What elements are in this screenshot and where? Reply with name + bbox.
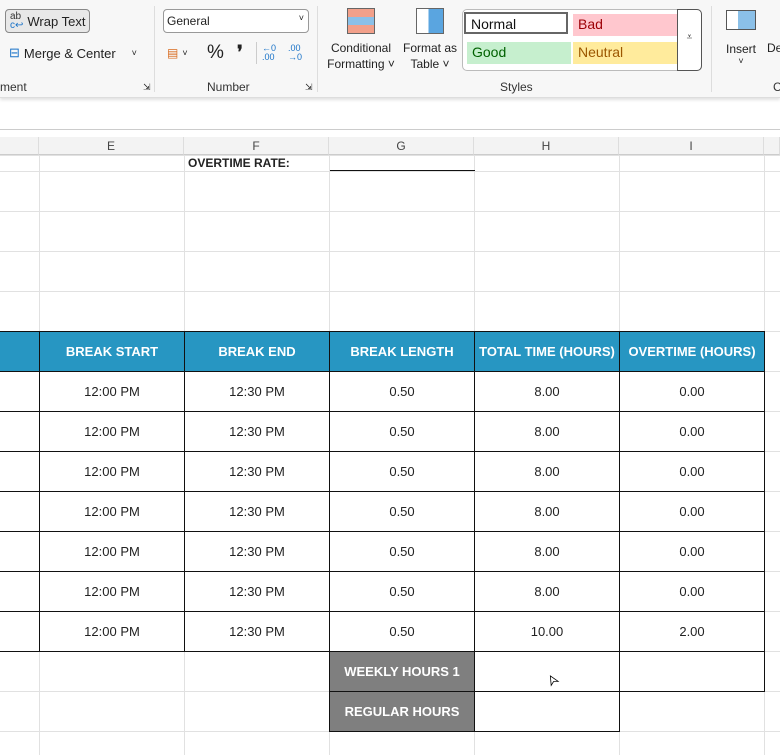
table-header-partial: [0, 331, 40, 372]
table-cell[interactable]: 0.00: [619, 571, 765, 612]
table-cell[interactable]: 0.00: [619, 371, 765, 412]
table-cell[interactable]: 0.50: [329, 411, 475, 452]
conditional-formatting-icon: [347, 8, 375, 34]
table-cell[interactable]: 8.00: [474, 531, 620, 572]
table-cell[interactable]: 0.00: [619, 531, 765, 572]
gridline: [0, 251, 780, 252]
table-cell[interactable]: 8.00: [474, 451, 620, 492]
dialog-launcher-icon[interactable]: ⇲: [143, 82, 151, 93]
table-cell[interactable]: 0.50: [329, 491, 475, 532]
table-cell[interactable]: 12:00 PM: [39, 531, 185, 572]
style-normal[interactable]: Normal: [464, 12, 568, 34]
merge-center-button[interactable]: ⊟ Merge & Center ˅: [9, 45, 137, 61]
overtime-rate-label: OVERTIME RATE:: [188, 156, 290, 170]
wrap-text-icon: ab c↩: [10, 11, 24, 31]
accounting-icon: ▤: [167, 46, 179, 60]
column-header-I[interactable]: I: [619, 137, 764, 155]
table-cell[interactable]: 12:30 PM: [184, 411, 330, 452]
format-table-icon: [416, 8, 444, 34]
table-cell[interactable]: 12:30 PM: [184, 531, 330, 572]
table-cell[interactable]: [0, 371, 40, 412]
decrease-decimal-button[interactable]: .00 →0: [288, 44, 308, 62]
table-header: BREAK END: [184, 331, 330, 372]
table-cell[interactable]: 12:00 PM: [39, 411, 185, 452]
styles-more-button[interactable]: ⩡: [677, 9, 702, 71]
table-cell[interactable]: 0.50: [329, 531, 475, 572]
table-cell[interactable]: [0, 611, 40, 652]
column-header-E[interactable]: E: [39, 137, 184, 155]
column-header-H[interactable]: H: [474, 137, 619, 155]
table-cell[interactable]: 8.00: [474, 411, 620, 452]
table-cell[interactable]: [0, 451, 40, 492]
cells-group-label: C: [773, 80, 780, 94]
table-cell[interactable]: 0.50: [329, 451, 475, 492]
weekly-overtime-value[interactable]: [619, 651, 765, 692]
table-cell[interactable]: 0.00: [619, 411, 765, 452]
table-cell[interactable]: 10.00: [474, 611, 620, 652]
table-cell[interactable]: 12:00 PM: [39, 571, 185, 612]
alignment-group-label: ment: [0, 80, 27, 94]
spreadsheet-grid[interactable]: E F G H I OVERTIME RATE: BREAK START BREAK END B…: [0, 98, 780, 755]
table-cell[interactable]: 12:30 PM: [184, 371, 330, 412]
table-cell[interactable]: 12:00 PM: [39, 611, 185, 652]
regular-hours-label: REGULAR HOURS: [329, 691, 475, 732]
style-neutral[interactable]: Neutral: [573, 42, 677, 64]
insert-cells-icon: [726, 10, 756, 30]
table-cell[interactable]: 0.50: [329, 571, 475, 612]
table-cell[interactable]: 12:30 PM: [184, 491, 330, 532]
column-header-D[interactable]: [0, 137, 39, 155]
number-format-select[interactable]: General ˅: [163, 9, 309, 33]
table-cell[interactable]: 12:30 PM: [184, 451, 330, 492]
styles-group-label: Styles: [500, 80, 533, 94]
accounting-format-button[interactable]: ▤ ˅: [167, 46, 188, 60]
table-cell[interactable]: 8.00: [474, 371, 620, 412]
table-header: BREAK START: [39, 331, 185, 372]
conditional-formatting-button[interactable]: Conditional Formatting ˅: [326, 8, 396, 72]
column-header-J[interactable]: [764, 137, 780, 155]
table-cell[interactable]: 12:00 PM: [39, 371, 185, 412]
regular-hours-value[interactable]: [474, 691, 620, 732]
number-group-label: Number: [207, 80, 250, 94]
table-cell[interactable]: [0, 411, 40, 452]
table-header: TOTAL TIME (HOURS): [474, 331, 620, 372]
table-cell[interactable]: [0, 531, 40, 572]
table-header: OVERTIME (HOURS): [619, 331, 765, 372]
column-header-F[interactable]: F: [184, 137, 329, 155]
wrap-text-button[interactable]: ab c↩ Wrap Text: [5, 9, 90, 33]
overtime-rate-input[interactable]: [330, 170, 475, 171]
gridline: [0, 155, 780, 156]
table-cell[interactable]: 12:00 PM: [39, 451, 185, 492]
style-bad[interactable]: Bad: [573, 14, 677, 36]
chevron-down-icon: ˅: [131, 48, 137, 58]
delete-button[interactable]: De: [767, 41, 780, 55]
format-as-table-button[interactable]: Format as Table ˅: [400, 8, 460, 72]
table-cell[interactable]: 12:30 PM: [184, 611, 330, 652]
table-cell[interactable]: 0.50: [329, 371, 475, 412]
table-cell[interactable]: 8.00: [474, 491, 620, 532]
table-cell[interactable]: 2.00: [619, 611, 765, 652]
column-header-G[interactable]: G: [329, 137, 474, 155]
table-cell[interactable]: 12:00 PM: [39, 491, 185, 532]
dialog-launcher-icon[interactable]: ⇲: [305, 82, 313, 93]
gridline: [0, 291, 780, 292]
ribbon: ab c↩ Wrap Text ⊟ Merge & Center ˅ ment ⇲…: [0, 0, 780, 98]
table-cell[interactable]: 12:30 PM: [184, 571, 330, 612]
weekly-hours-label: WEEKLY HOURS 1: [329, 651, 475, 692]
table-cell[interactable]: 0.00: [619, 491, 765, 532]
table-cell[interactable]: 0.50: [329, 611, 475, 652]
insert-button[interactable]: Insert ˅: [724, 10, 758, 66]
style-good[interactable]: Good: [467, 42, 571, 64]
table-header: BREAK LENGTH: [329, 331, 475, 372]
merge-icon: ⊟: [9, 45, 20, 60]
table-cell[interactable]: [0, 491, 40, 532]
percent-button[interactable]: %: [207, 42, 224, 64]
increase-decimal-button[interactable]: ←0 .00: [262, 44, 282, 62]
gridline: [0, 171, 780, 172]
comma-button[interactable]: ❜: [237, 42, 243, 63]
gridline: [0, 211, 780, 212]
table-cell[interactable]: [0, 571, 40, 612]
table-cell[interactable]: 0.00: [619, 451, 765, 492]
table-cell[interactable]: 8.00: [474, 571, 620, 612]
